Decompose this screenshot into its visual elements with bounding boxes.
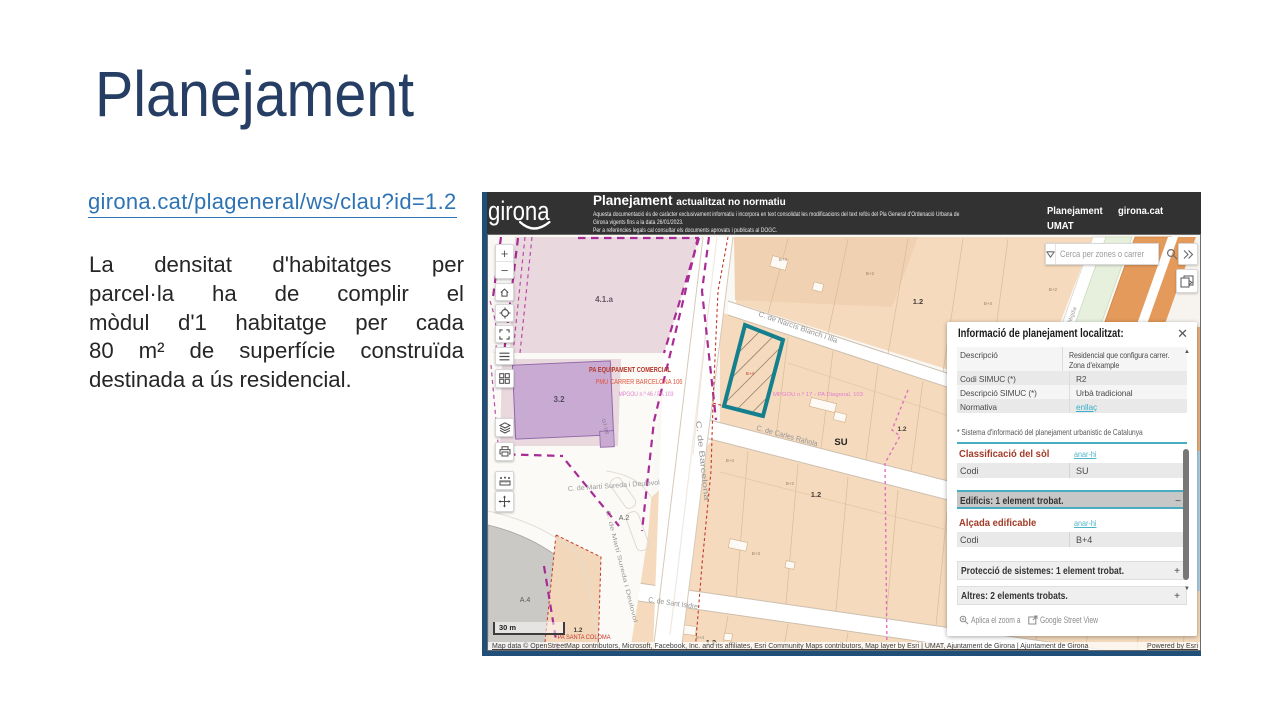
svg-text:A.2: A.2 (619, 515, 630, 522)
svg-text:SU: SU (834, 437, 847, 448)
svg-text:1.2: 1.2 (811, 490, 821, 499)
svg-text:B+2: B+2 (866, 271, 875, 276)
svg-text:B+4: B+4 (746, 371, 755, 376)
svg-text:1.2: 1.2 (897, 426, 906, 433)
svg-text:B+4: B+4 (726, 458, 735, 463)
svg-text:PMU CARRER BARCELONA 106: PMU CARRER BARCELONA 106 (596, 379, 683, 386)
svg-text:1.2: 1.2 (573, 627, 582, 634)
svg-text:B+4: B+4 (984, 301, 993, 306)
svg-text:PA SANTA COLOMA: PA SANTA COLOMA (558, 634, 612, 641)
svg-text:MPGOU n.º 46 / PA 103: MPGOU n.º 46 / PA 103 (619, 391, 674, 398)
svg-text:B+4: B+4 (779, 257, 788, 262)
svg-text:B+2: B+2 (786, 481, 795, 486)
svg-text:4.1.a: 4.1.a (595, 295, 613, 304)
svg-text:3.2: 3.2 (553, 395, 565, 404)
svg-text:B+3: B+3 (752, 551, 761, 556)
svg-text:A.4: A.4 (520, 597, 531, 604)
svg-text:PA EQUIPAMENT COMERCIAL: PA EQUIPAMENT COMERCIAL (589, 367, 672, 374)
svg-text:B+2: B+2 (1049, 287, 1058, 292)
svg-text:B+4: B+4 (696, 635, 705, 640)
svg-text:MPGOU n.º 17 - PA Diagonal, 10: MPGOU n.º 17 - PA Diagonal, 103 (773, 391, 863, 398)
svg-text:1.2: 1.2 (913, 297, 923, 306)
